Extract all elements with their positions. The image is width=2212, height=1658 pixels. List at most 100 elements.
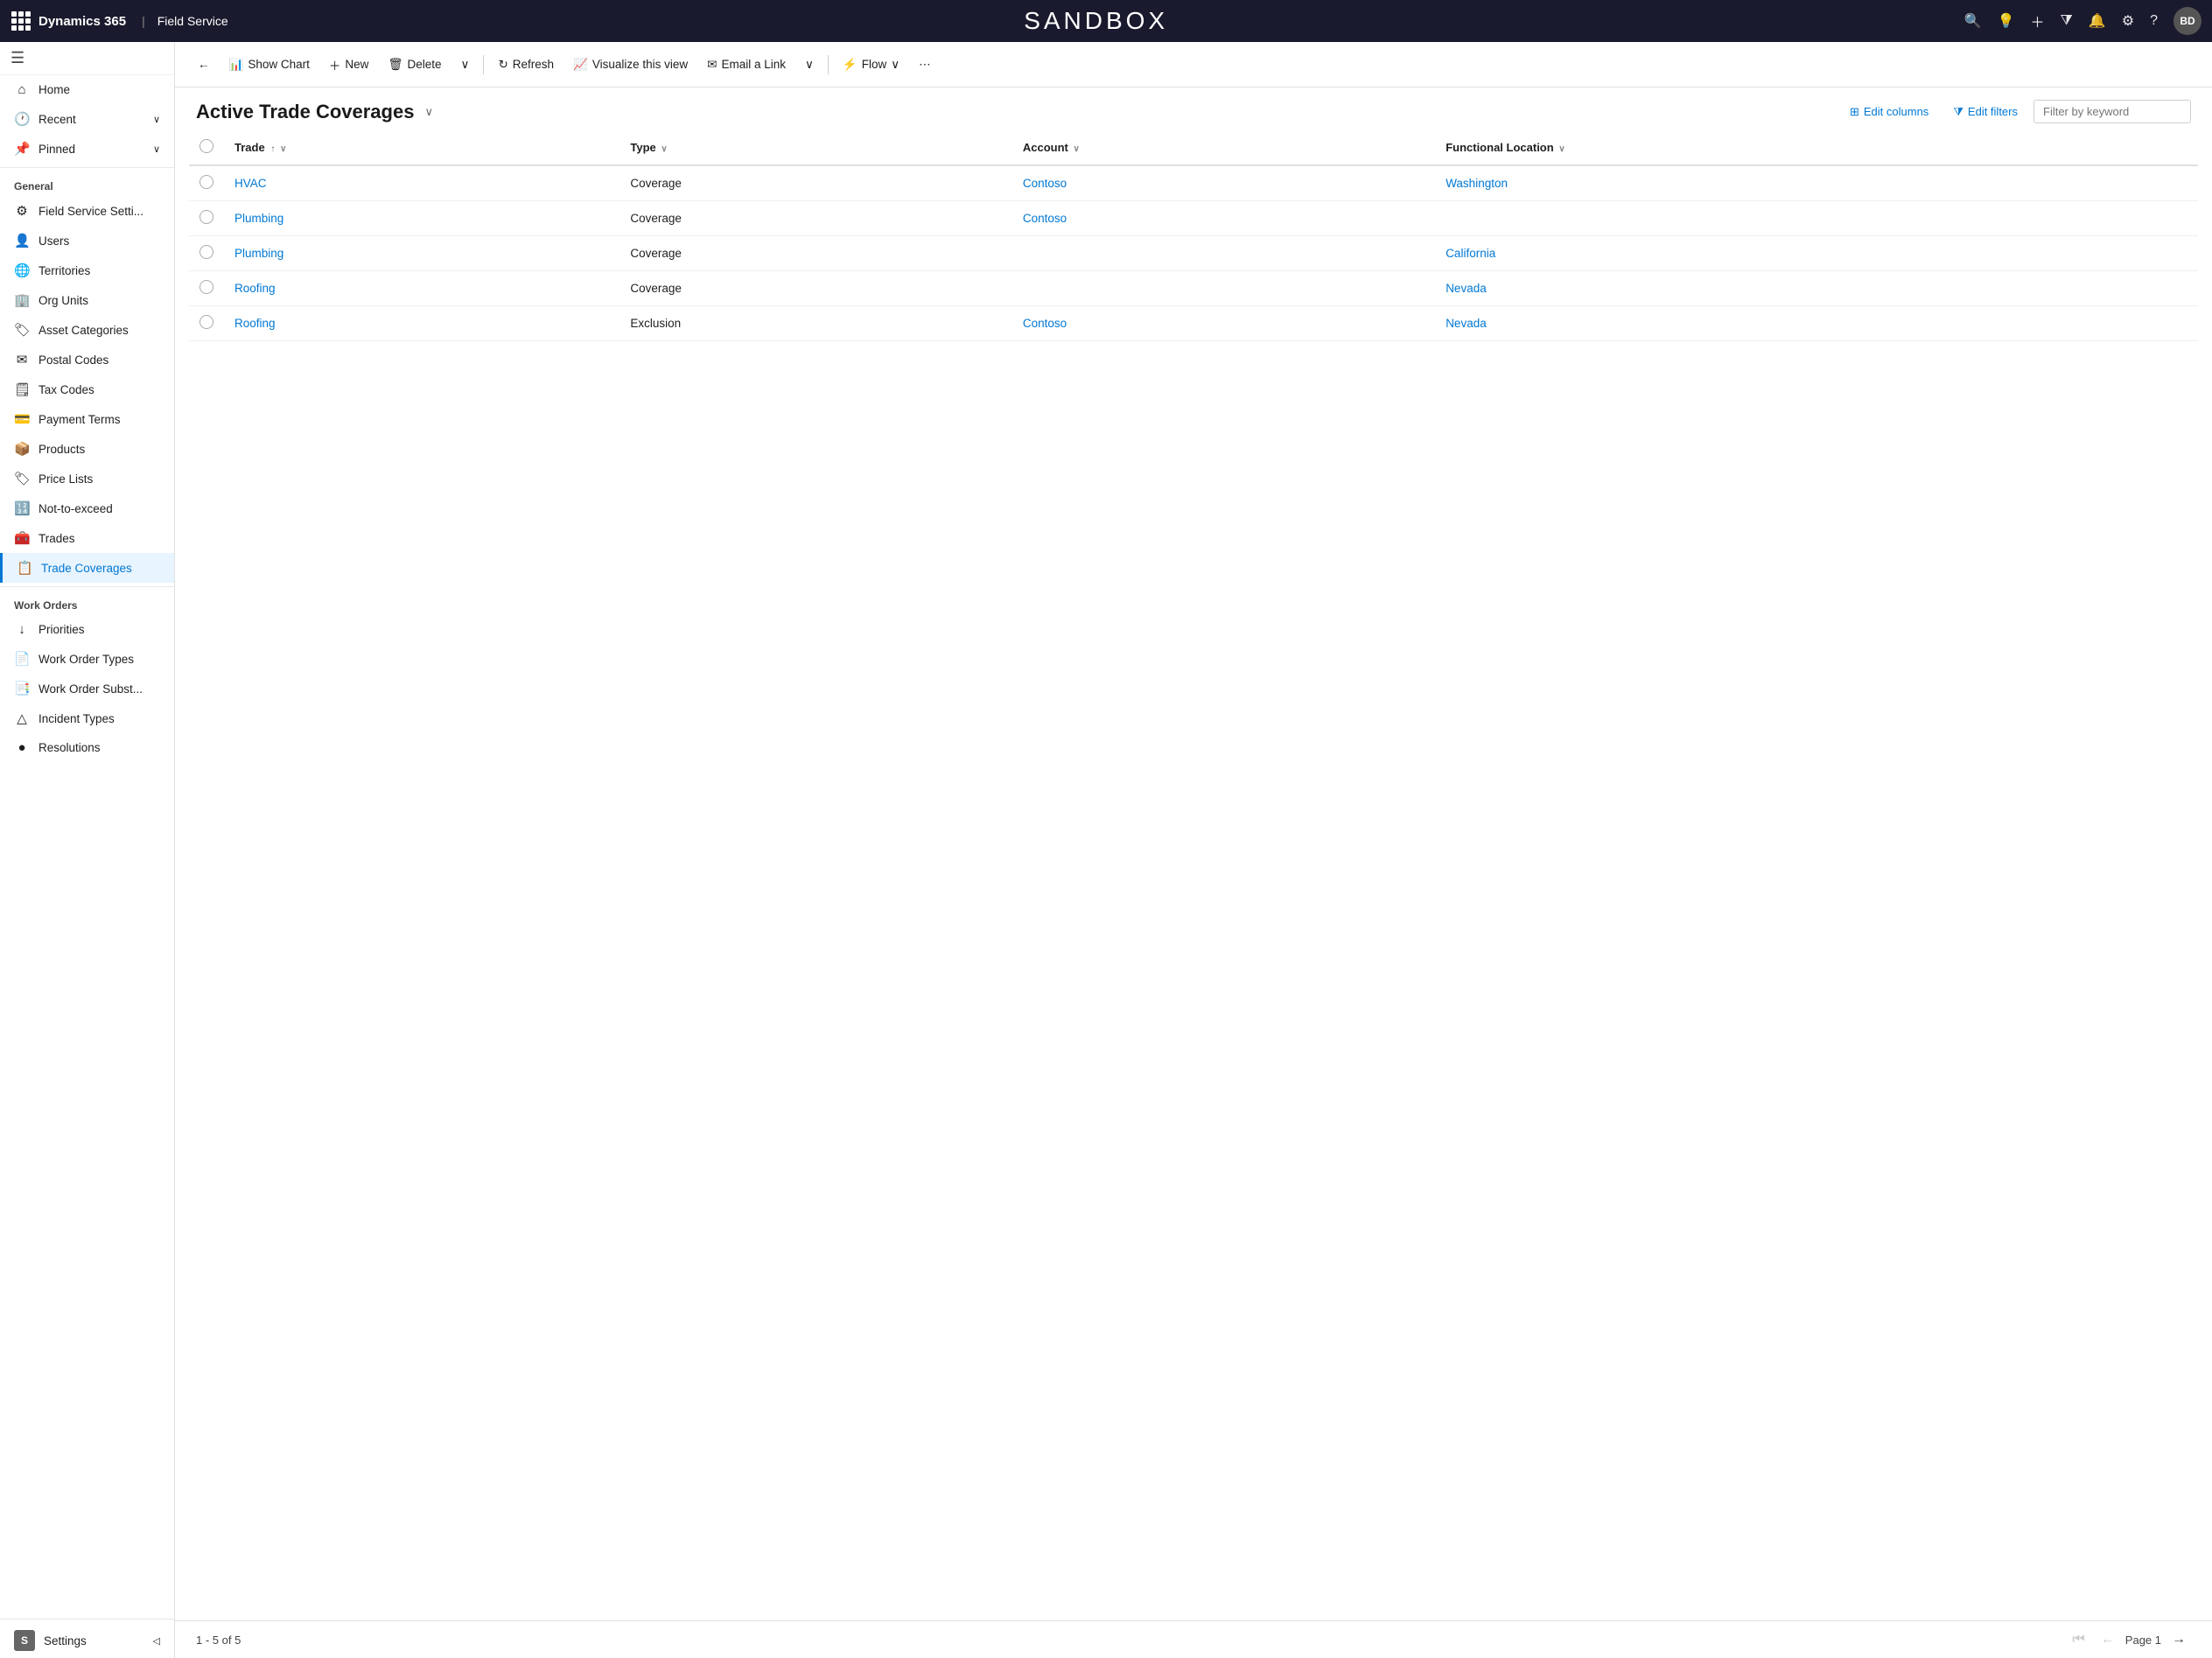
sidebar-item-label: Pinned [38,143,75,156]
sidebar-item-label: Not-to-exceed [38,502,113,515]
cell-account[interactable]: Contoso [1012,306,1435,341]
delete-button[interactable]: 🗑 Delete [379,52,450,77]
page-title: Active Trade Coverages [196,101,414,123]
select-all-checkbox[interactable] [189,130,224,165]
cell-account [1012,271,1435,306]
cell-functional-location[interactable]: Nevada [1435,306,2198,341]
sidebar-item-priorities[interactable]: ↓ Priorities [0,615,174,644]
delete-chevron-button[interactable]: ∨ [452,52,479,77]
row-checkbox[interactable] [189,165,224,201]
lightbulb-icon[interactable]: 💡 [1998,12,2015,30]
filter-icon[interactable]: ⧩ [2061,13,2073,29]
table-row: RoofingExclusionContosoNevada [189,306,2198,341]
brand-name[interactable]: Dynamics 365 [38,14,126,29]
sidebar-item-resolutions[interactable]: ● Resolutions [0,733,174,762]
sidebar-item-price-lists[interactable]: 🏷 Price Lists [0,464,174,493]
cell-trade[interactable]: Plumbing [224,236,620,271]
settings-icon[interactable]: ⚙ [2122,12,2134,30]
flow-chevron-icon: ∨ [891,58,900,72]
sidebar-item-products[interactable]: 📦 Products [0,434,174,464]
col-functional-location[interactable]: Functional Location ∨ [1435,130,2198,165]
flow-icon: ⚡ [843,58,858,72]
row-checkbox[interactable] [189,306,224,341]
sidebar-item-label: Incident Types [38,712,115,725]
sidebar-item-org-units[interactable]: 🏢 Org Units [0,285,174,315]
cell-trade[interactable]: HVAC [224,165,620,201]
sidebar-item-asset-categories[interactable]: 🏷 Asset Categories [0,315,174,345]
sidebar-bottom-divider [0,1619,174,1620]
chevron-down-icon: ∨ [153,143,160,155]
sidebar-item-label: Asset Categories [38,324,129,337]
cell-trade[interactable]: Roofing [224,271,620,306]
email-chevron-button[interactable]: ∨ [796,52,822,77]
sidebar-hamburger[interactable]: ☰ [10,49,24,67]
cell-account[interactable]: Contoso [1012,165,1435,201]
sidebar-item-pinned[interactable]: 📌 Pinned ∨ [0,134,174,164]
cell-functional-location[interactable]: Washington [1435,165,2198,201]
sidebar-item-payment-terms[interactable]: 💳 Payment Terms [0,404,174,434]
sidebar-item-label: Payment Terms [38,413,121,426]
sidebar-item-users[interactable]: 👤 Users [0,226,174,255]
filter-input[interactable] [2034,100,2191,123]
table-footer: 1 - 5 of 5 ⏮ ← Page 1 → [175,1620,2212,1658]
cell-account[interactable]: Contoso [1012,201,1435,236]
cell-functional-location[interactable]: Nevada [1435,271,2198,306]
waffle-menu[interactable] [10,10,32,31]
table-row: HVACCoverageContosoWashington [189,165,2198,201]
coverage-icon: 📋 [17,560,32,576]
col-type[interactable]: Type ∨ [620,130,1012,165]
module-name[interactable]: Field Service [158,14,228,28]
list-title-chevron-icon[interactable]: ∨ [424,105,433,119]
sidebar-item-not-to-exceed[interactable]: 🔢 Not-to-exceed [0,493,174,523]
edit-columns-button[interactable]: ⊞ Edit columns [1841,101,1937,123]
sidebar-item-recent[interactable]: 🕐 Recent ∨ [0,104,174,134]
search-icon[interactable]: 🔍 [1964,12,1982,30]
email-icon: ✉ [707,58,717,72]
show-chart-button[interactable]: 📊 Show Chart [220,52,318,77]
sidebar-item-postal-codes[interactable]: ✉ Postal Codes [0,345,174,374]
sidebar-item-trades[interactable]: 🧰 Trades [0,523,174,553]
incident-icon: △ [14,710,30,726]
back-button[interactable]: ← [189,52,219,76]
refresh-button[interactable]: ↻ Refresh [489,52,563,77]
row-checkbox[interactable] [189,201,224,236]
first-page-button[interactable]: ⏮ [2067,1630,2090,1649]
help-icon[interactable]: ? [2150,13,2158,29]
sidebar-item-territories[interactable]: 🌐 Territories [0,255,174,285]
sidebar-item-work-order-types[interactable]: 📄 Work Order Types [0,644,174,674]
sidebar-item-label: Org Units [38,294,88,307]
email-link-button[interactable]: ✉ Email a Link [698,52,794,77]
cell-type: Coverage [620,236,1012,271]
sidebar-item-tax-codes[interactable]: 🗒 Tax Codes [0,374,174,404]
sidebar-item-home[interactable]: ⌂ Home [0,75,174,104]
next-page-button[interactable]: → [2166,1630,2191,1649]
row-checkbox[interactable] [189,271,224,306]
cell-functional-location[interactable]: California [1435,236,2198,271]
new-button[interactable]: ＋ New [320,51,378,79]
sidebar-item-work-order-subst[interactable]: 📑 Work Order Subst... [0,674,174,703]
sidebar-item-field-service-settings[interactable]: ⚙ Field Service Setti... [0,196,174,226]
prev-page-button[interactable]: ← [2096,1630,2120,1649]
sidebar-item-trade-coverages[interactable]: 📋 Trade Coverages [0,553,174,583]
sidebar-item-incident-types[interactable]: △ Incident Types [0,703,174,733]
edit-filters-button[interactable]: ⧩ Edit filters [1944,101,2026,123]
col-account[interactable]: Account ∨ [1012,130,1435,165]
cell-type: Coverage [620,271,1012,306]
more-button[interactable]: ⋯ [910,52,940,77]
row-checkbox[interactable] [189,236,224,271]
pricelists-icon: 🏷 [14,471,30,486]
cell-trade[interactable]: Roofing [224,306,620,341]
cell-functional-location [1435,201,2198,236]
add-icon[interactable]: ＋ [2031,10,2045,31]
flow-button[interactable]: ⚡ Flow ∨ [834,52,908,77]
sidebar-item-label: Field Service Setti... [38,205,144,218]
cell-trade[interactable]: Plumbing [224,201,620,236]
col-trade[interactable]: Trade ↑ ∨ [224,130,620,165]
sidebar-settings[interactable]: S Settings ◁ [0,1623,174,1658]
visualize-button[interactable]: 📈 Visualize this view [564,52,696,77]
user-avatar[interactable]: BD [2174,7,2202,35]
notification-icon[interactable]: 🔔 [2089,12,2106,30]
settings-icon: ⚙ [14,203,30,219]
brand-separator: | [142,14,145,28]
chevron-down-icon: ∨ [461,58,470,72]
